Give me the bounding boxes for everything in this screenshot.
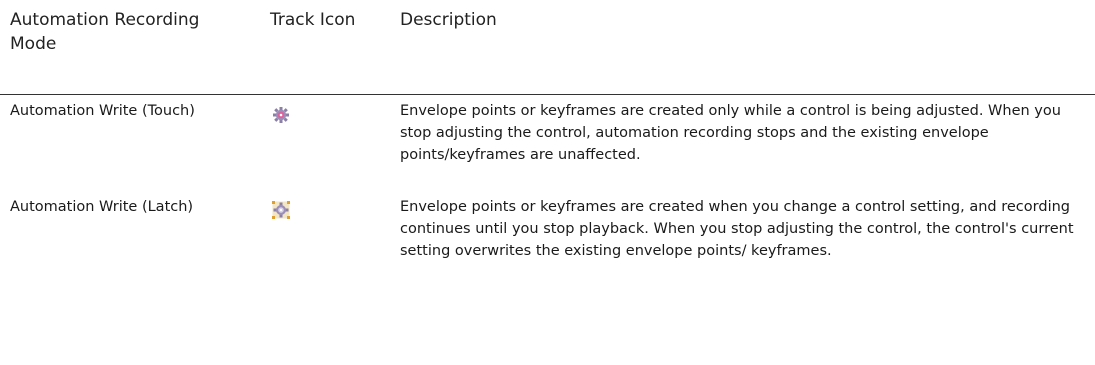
column-header-track-icon: Track Icon: [270, 10, 356, 30]
table-divider: [0, 94, 1095, 95]
row-mode-touch: Automation Write (Touch): [10, 103, 195, 119]
automation-latch-icon: [272, 201, 292, 221]
column-header-description: Description: [400, 10, 497, 30]
row-description-touch: Envelope points or keyframes are created…: [400, 103, 1061, 163]
column-header-mode: Automation Recording Mode: [10, 10, 200, 54]
row-mode-latch: Automation Write (Latch): [10, 199, 194, 215]
automation-touch-icon: [272, 106, 292, 126]
row-description-latch: Envelope points or keyframes are created…: [400, 199, 1074, 259]
